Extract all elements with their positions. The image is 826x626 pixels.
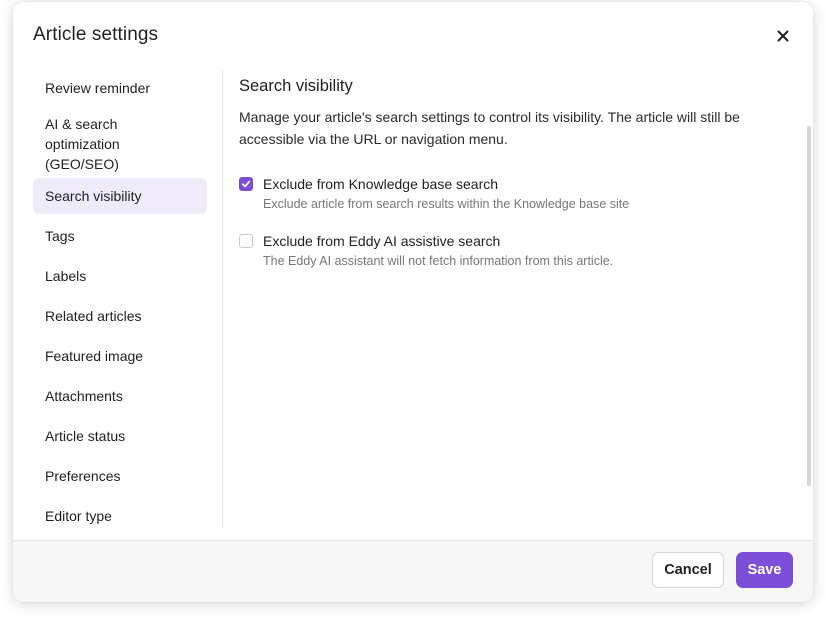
- sidebar-item-attachments[interactable]: Attachments: [33, 378, 207, 414]
- sidebar-item-preferences[interactable]: Preferences: [33, 458, 207, 494]
- dialog-footer: Cancel Save: [13, 540, 813, 602]
- exclude-kb-search-checkbox[interactable]: [239, 177, 253, 191]
- dialog-body: Review reminder AI & search optimization…: [13, 70, 813, 541]
- sidebar-item-label: Article status: [45, 428, 126, 444]
- sidebar-item-label: Preferences: [45, 468, 121, 484]
- option-help-text: The Eddy AI assistant will not fetch inf…: [263, 254, 614, 268]
- cancel-button[interactable]: Cancel: [652, 552, 724, 588]
- sidebar-item-review-reminder[interactable]: Review reminder: [33, 70, 207, 106]
- dialog-title: Article settings: [33, 24, 159, 45]
- sidebar-item-related-articles[interactable]: Related articles: [33, 298, 207, 334]
- sidebar-item-label: AI & search optimization (GEO/SEO): [45, 116, 120, 172]
- section-description: Manage your article's search settings to…: [239, 109, 740, 147]
- close-icon: [777, 30, 789, 42]
- sidebar-item-label: Search visibility: [45, 188, 142, 204]
- sidebar-item-featured-image[interactable]: Featured image: [33, 338, 207, 374]
- sidebar-item-label: Attachments: [45, 388, 123, 404]
- exclude-eddy-ai-search-checkbox[interactable]: [239, 234, 253, 248]
- sidebar-item-editor-type[interactable]: Editor type: [33, 498, 207, 534]
- close-button[interactable]: [773, 26, 793, 46]
- sidebar-item-tags[interactable]: Tags: [33, 218, 207, 254]
- option-help-text: Exclude article from search results with…: [263, 197, 630, 211]
- option-exclude-eddy-ai-search: Exclude from Eddy AI assistive search Th…: [239, 231, 793, 270]
- sidebar-item-label: Review reminder: [45, 80, 151, 96]
- check-icon: [241, 180, 251, 188]
- option-label: Exclude from Eddy AI assistive search: [263, 233, 501, 249]
- section-title: Search visibility: [239, 77, 353, 95]
- settings-panel: Search visibility Manage your article's …: [239, 70, 793, 541]
- dialog-header: Article settings: [13, 2, 813, 70]
- sidebar-item-search-visibility[interactable]: Search visibility: [33, 178, 207, 214]
- option-exclude-kb-search: Exclude from Knowledge base search Exclu…: [239, 174, 793, 213]
- save-button[interactable]: Save: [736, 552, 793, 588]
- article-settings-dialog: Article settings Review reminder AI & se…: [13, 2, 813, 602]
- sidebar-item-ai-search-optimization[interactable]: AI & search optimization (GEO/SEO): [33, 110, 207, 178]
- sidebar-item-label: Editor type: [45, 508, 112, 524]
- settings-sidebar: Review reminder AI & search optimization…: [33, 70, 223, 529]
- sidebar-item-label: Labels: [45, 268, 87, 284]
- sidebar-item-label: Featured image: [45, 348, 144, 364]
- sidebar-item-label: Tags: [45, 228, 75, 244]
- option-label: Exclude from Knowledge base search: [263, 176, 499, 192]
- sidebar-item-labels[interactable]: Labels: [33, 258, 207, 294]
- scrollbar[interactable]: [807, 126, 811, 486]
- sidebar-item-article-status[interactable]: Article status: [33, 418, 207, 454]
- sidebar-item-label: Related articles: [45, 308, 142, 324]
